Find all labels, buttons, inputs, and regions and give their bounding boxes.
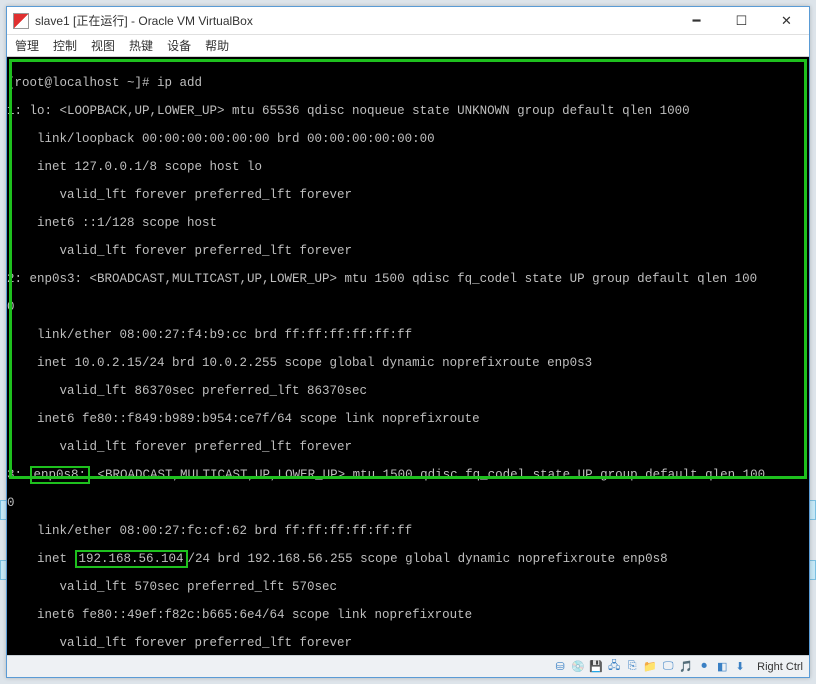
status-cd-icon[interactable]: 💿 [571, 660, 585, 674]
term-line: valid_lft forever preferred_lft forever [7, 636, 809, 650]
status-rec-icon[interactable]: ⏺ [697, 660, 711, 674]
menu-help[interactable]: 帮助 [205, 37, 229, 54]
seg: 3: [7, 468, 30, 482]
menu-manage[interactable]: 管理 [15, 37, 39, 54]
status-audio-icon[interactable]: 🎵 [679, 660, 693, 674]
term-line: valid_lft forever preferred_lft forever [7, 188, 809, 202]
term-line: 2: enp0s3: <BROADCAST,MULTICAST,UP,LOWER… [7, 272, 809, 286]
maximize-button[interactable]: ☐ [719, 7, 764, 34]
window-controls: ━ ☐ ✕ [674, 7, 809, 34]
titlebar[interactable]: slave1 [正在运行] - Oracle VM VirtualBox ━ ☐… [7, 7, 809, 35]
term-line-enp0s8: 3: enp0s8: <BROADCAST,MULTICAST,UP,LOWER… [7, 468, 809, 482]
host-key-indicator[interactable]: Right Ctrl [757, 661, 803, 673]
app-icon [13, 13, 29, 29]
term-line: inet6 fe80::f849:b989:b954:ce7f/64 scope… [7, 412, 809, 426]
term-line: 0 [7, 300, 809, 314]
menu-control[interactable]: 控制 [53, 37, 77, 54]
seg: <BROADCAST,MULTICAST,UP,LOWER_UP> mtu 15… [90, 468, 765, 482]
term-line: link/ether 08:00:27:fc:cf:62 brd ff:ff:f… [7, 524, 809, 538]
term-line: valid_lft 86370sec preferred_lft 86370se… [7, 384, 809, 398]
term-line: link/ether 08:00:27:f4:b9:cc brd ff:ff:f… [7, 328, 809, 342]
term-line: [root@localhost ~]# ip add [7, 76, 809, 90]
seg: inet [7, 552, 75, 566]
menubar: 管理 控制 视图 热键 设备 帮助 [7, 35, 809, 57]
status-hd-icon[interactable]: ⛁ [553, 660, 567, 674]
highlight-ip-address: 192.168.56.104 [75, 550, 188, 568]
menu-devices[interactable]: 设备 [167, 37, 191, 54]
term-line: inet6 fe80::49ef:f82c:b665:6e4/64 scope … [7, 608, 809, 622]
term-line: 1: lo: <LOOPBACK,UP,LOWER_UP> mtu 65536 … [7, 104, 809, 118]
highlight-interface-name: enp0s8: [30, 466, 91, 484]
term-line: 0 [7, 496, 809, 510]
terminal-output: [root@localhost ~]# ip add 1: lo: <LOOPB… [7, 57, 809, 655]
menu-hotkeys[interactable]: 热键 [129, 37, 153, 54]
status-net-icon[interactable]: 🖧 [607, 660, 621, 674]
term-line: inet 10.0.2.15/24 brd 10.0.2.255 scope g… [7, 356, 809, 370]
status-usb-icon[interactable]: ⎘ [625, 660, 639, 674]
term-line-ip: inet 192.168.56.104/24 brd 192.168.56.25… [7, 552, 809, 566]
term-line: link/loopback 00:00:00:00:00:00 brd 00:0… [7, 132, 809, 146]
term-line: inet6 ::1/128 scope host [7, 216, 809, 230]
minimize-button[interactable]: ━ [674, 7, 719, 34]
window-title: slave1 [正在运行] - Oracle VM VirtualBox [35, 12, 674, 29]
term-line: valid_lft forever preferred_lft forever [7, 244, 809, 258]
close-button[interactable]: ✕ [764, 7, 809, 34]
term-line: inet 127.0.0.1/8 scope host lo [7, 160, 809, 174]
seg: /24 brd 192.168.56.255 scope global dyna… [188, 552, 668, 566]
status-cpu-icon[interactable]: ◧ [715, 660, 729, 674]
virtualbox-window: slave1 [正在运行] - Oracle VM VirtualBox ━ ☐… [6, 6, 810, 678]
status-display-icon[interactable]: 🖵 [661, 660, 675, 674]
status-floppy-icon[interactable]: 💾 [589, 660, 603, 674]
term-line: valid_lft forever preferred_lft forever [7, 440, 809, 454]
guest-vm-display[interactable]: [root@localhost ~]# ip add 1: lo: <LOOPB… [7, 57, 809, 655]
status-share-icon[interactable]: 📁 [643, 660, 657, 674]
statusbar: ⛁ 💿 💾 🖧 ⎘ 📁 🖵 🎵 ⏺ ◧ ⬇ Right Ctrl [7, 655, 809, 677]
menu-view[interactable]: 视图 [91, 37, 115, 54]
status-mouse-icon[interactable]: ⬇ [733, 660, 747, 674]
term-line: valid_lft 570sec preferred_lft 570sec [7, 580, 809, 594]
